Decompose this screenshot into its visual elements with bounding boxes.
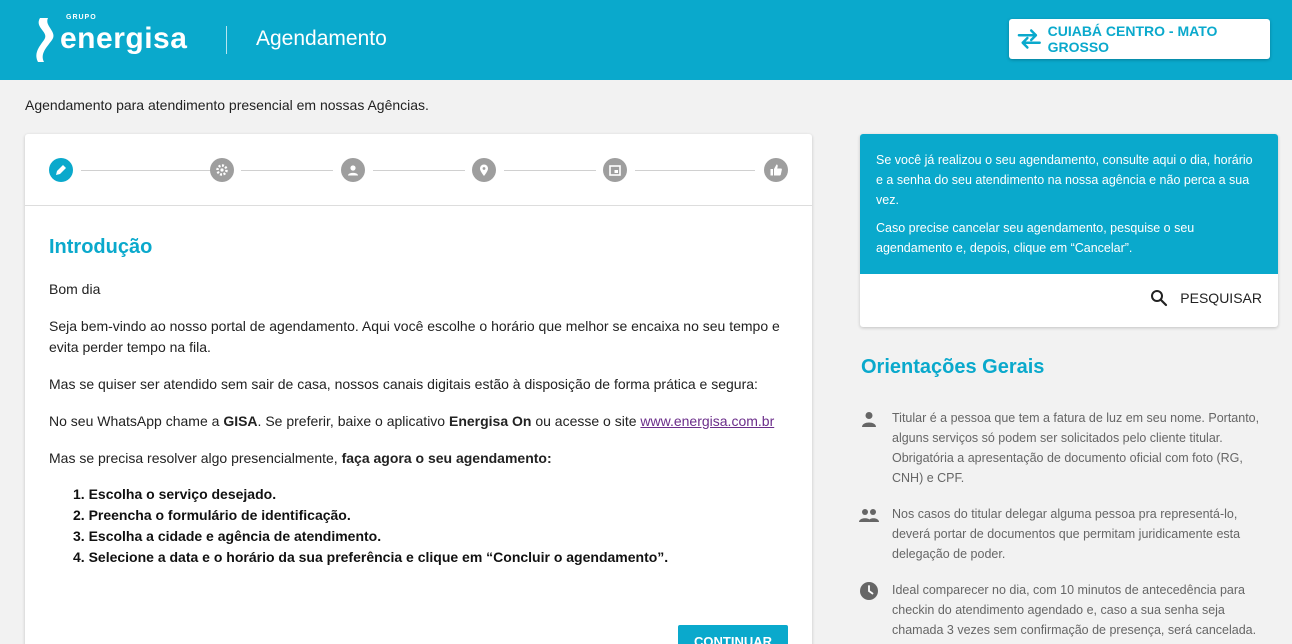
list-item: 3. Escolha a cidade e agência de atendim…: [73, 528, 382, 544]
step-connector: [241, 170, 333, 171]
guideline-text: Ideal comparecer no dia, com 10 minutos …: [892, 583, 1257, 637]
step-location[interactable]: [472, 158, 496, 182]
cancel-text: Caso precise cancelar seu agendamento, p…: [876, 221, 1195, 255]
search-icon: [1151, 290, 1168, 307]
lookup-text: Se você já realizou o seu agendamento, c…: [876, 153, 1253, 207]
intro-heading: Introdução: [49, 236, 153, 258]
step-calendar[interactable]: [603, 158, 627, 182]
person-icon: [858, 408, 880, 430]
whatsapp-paragraph: No seu WhatsApp chame a GISA. Se preferi…: [49, 411, 789, 432]
location-selector-button[interactable]: CUIABÁ CENTRO - MATO GROSSO: [1009, 19, 1270, 59]
step-confirm[interactable]: [764, 158, 788, 182]
step-connector: [373, 170, 465, 171]
list-item: 2. Preencha o formulário de identificaçã…: [73, 507, 351, 523]
guideline-text: Titular é a pessoa que tem a fatura de l…: [892, 411, 1260, 485]
greeting-text: Bom dia: [49, 281, 101, 297]
guideline-text: Nos casos do titular delegar alguma pess…: [892, 507, 1241, 561]
schedule-now-text: faça agora o seu agendamento:: [341, 450, 552, 466]
list-item: 4. Selecione a data e o horário da sua p…: [73, 549, 669, 565]
step-connector: [81, 170, 211, 171]
pencil-icon: [56, 165, 66, 175]
page-title: Agendamento: [256, 27, 387, 50]
in-person-text: Mas se precisa resolver algo presencialm…: [49, 450, 342, 466]
logo-wordmark: energisa: [60, 22, 188, 55]
location-pin-icon: [480, 164, 488, 176]
digital-channels-paragraph: Mas se quiser ser atendido sem sair de c…: [49, 376, 758, 392]
page-subtitle: Agendamento para atendimento presencial …: [25, 97, 429, 113]
header-divider: [226, 26, 227, 54]
search-label: PESQUISAR: [1180, 290, 1262, 306]
continue-button[interactable]: CONTINUAR: [678, 625, 788, 644]
clock-icon: [858, 580, 880, 602]
person-icon: [348, 165, 358, 176]
stepper: [25, 134, 812, 206]
step-person[interactable]: [341, 158, 365, 182]
step-connector: [504, 170, 596, 171]
location-label: CUIABÁ CENTRO - MATO GROSSO: [1047, 23, 1218, 55]
lookup-info: Se você já realizou o seu agendamento, c…: [860, 134, 1278, 274]
people-icon: [858, 504, 880, 526]
step-gear[interactable]: [210, 158, 234, 182]
gisa-name: GISA: [223, 413, 258, 429]
thumbs-up-icon: [770, 164, 782, 176]
in-person-paragraph: Mas se precisa resolver algo presencialm…: [49, 448, 789, 469]
step-pencil[interactable]: [49, 158, 73, 182]
calendar-icon: [609, 165, 621, 176]
top-bar: GRUPO energisa Agendamento CUIABÁ CENTRO…: [0, 0, 1292, 80]
app-text: . Se preferir, baixe o aplicativo: [257, 413, 449, 429]
step-connector: [635, 170, 755, 171]
energisa-site-link[interactable]: www.energisa.com.br: [640, 413, 774, 429]
site-text: ou acesse o site: [531, 413, 641, 429]
energisa-logo[interactable]: GRUPO energisa: [32, 12, 192, 68]
search-button[interactable]: PESQUISAR: [1150, 289, 1262, 307]
logo-group-text: GRUPO: [66, 14, 97, 21]
swap-arrows-icon: [1017, 29, 1041, 49]
app-name: Energisa On: [448, 413, 532, 429]
gear-icon: [216, 164, 228, 176]
steps-list: 1. Escolha o serviço desejado. 2. Preenc…: [73, 484, 668, 568]
whatsapp-text: No seu WhatsApp chame a: [49, 413, 224, 429]
guidelines-heading: Orientações Gerais: [861, 356, 1045, 378]
appointment-lookup-card: Se você já realizou o seu agendamento, c…: [860, 134, 1278, 327]
intro-card: Introdução Bom dia Seja bem-vindo ao nos…: [25, 134, 812, 644]
welcome-paragraph: Seja bem-vindo ao nosso portal de agenda…: [49, 318, 780, 355]
list-item: 1. Escolha o serviço desejado.: [73, 486, 277, 502]
